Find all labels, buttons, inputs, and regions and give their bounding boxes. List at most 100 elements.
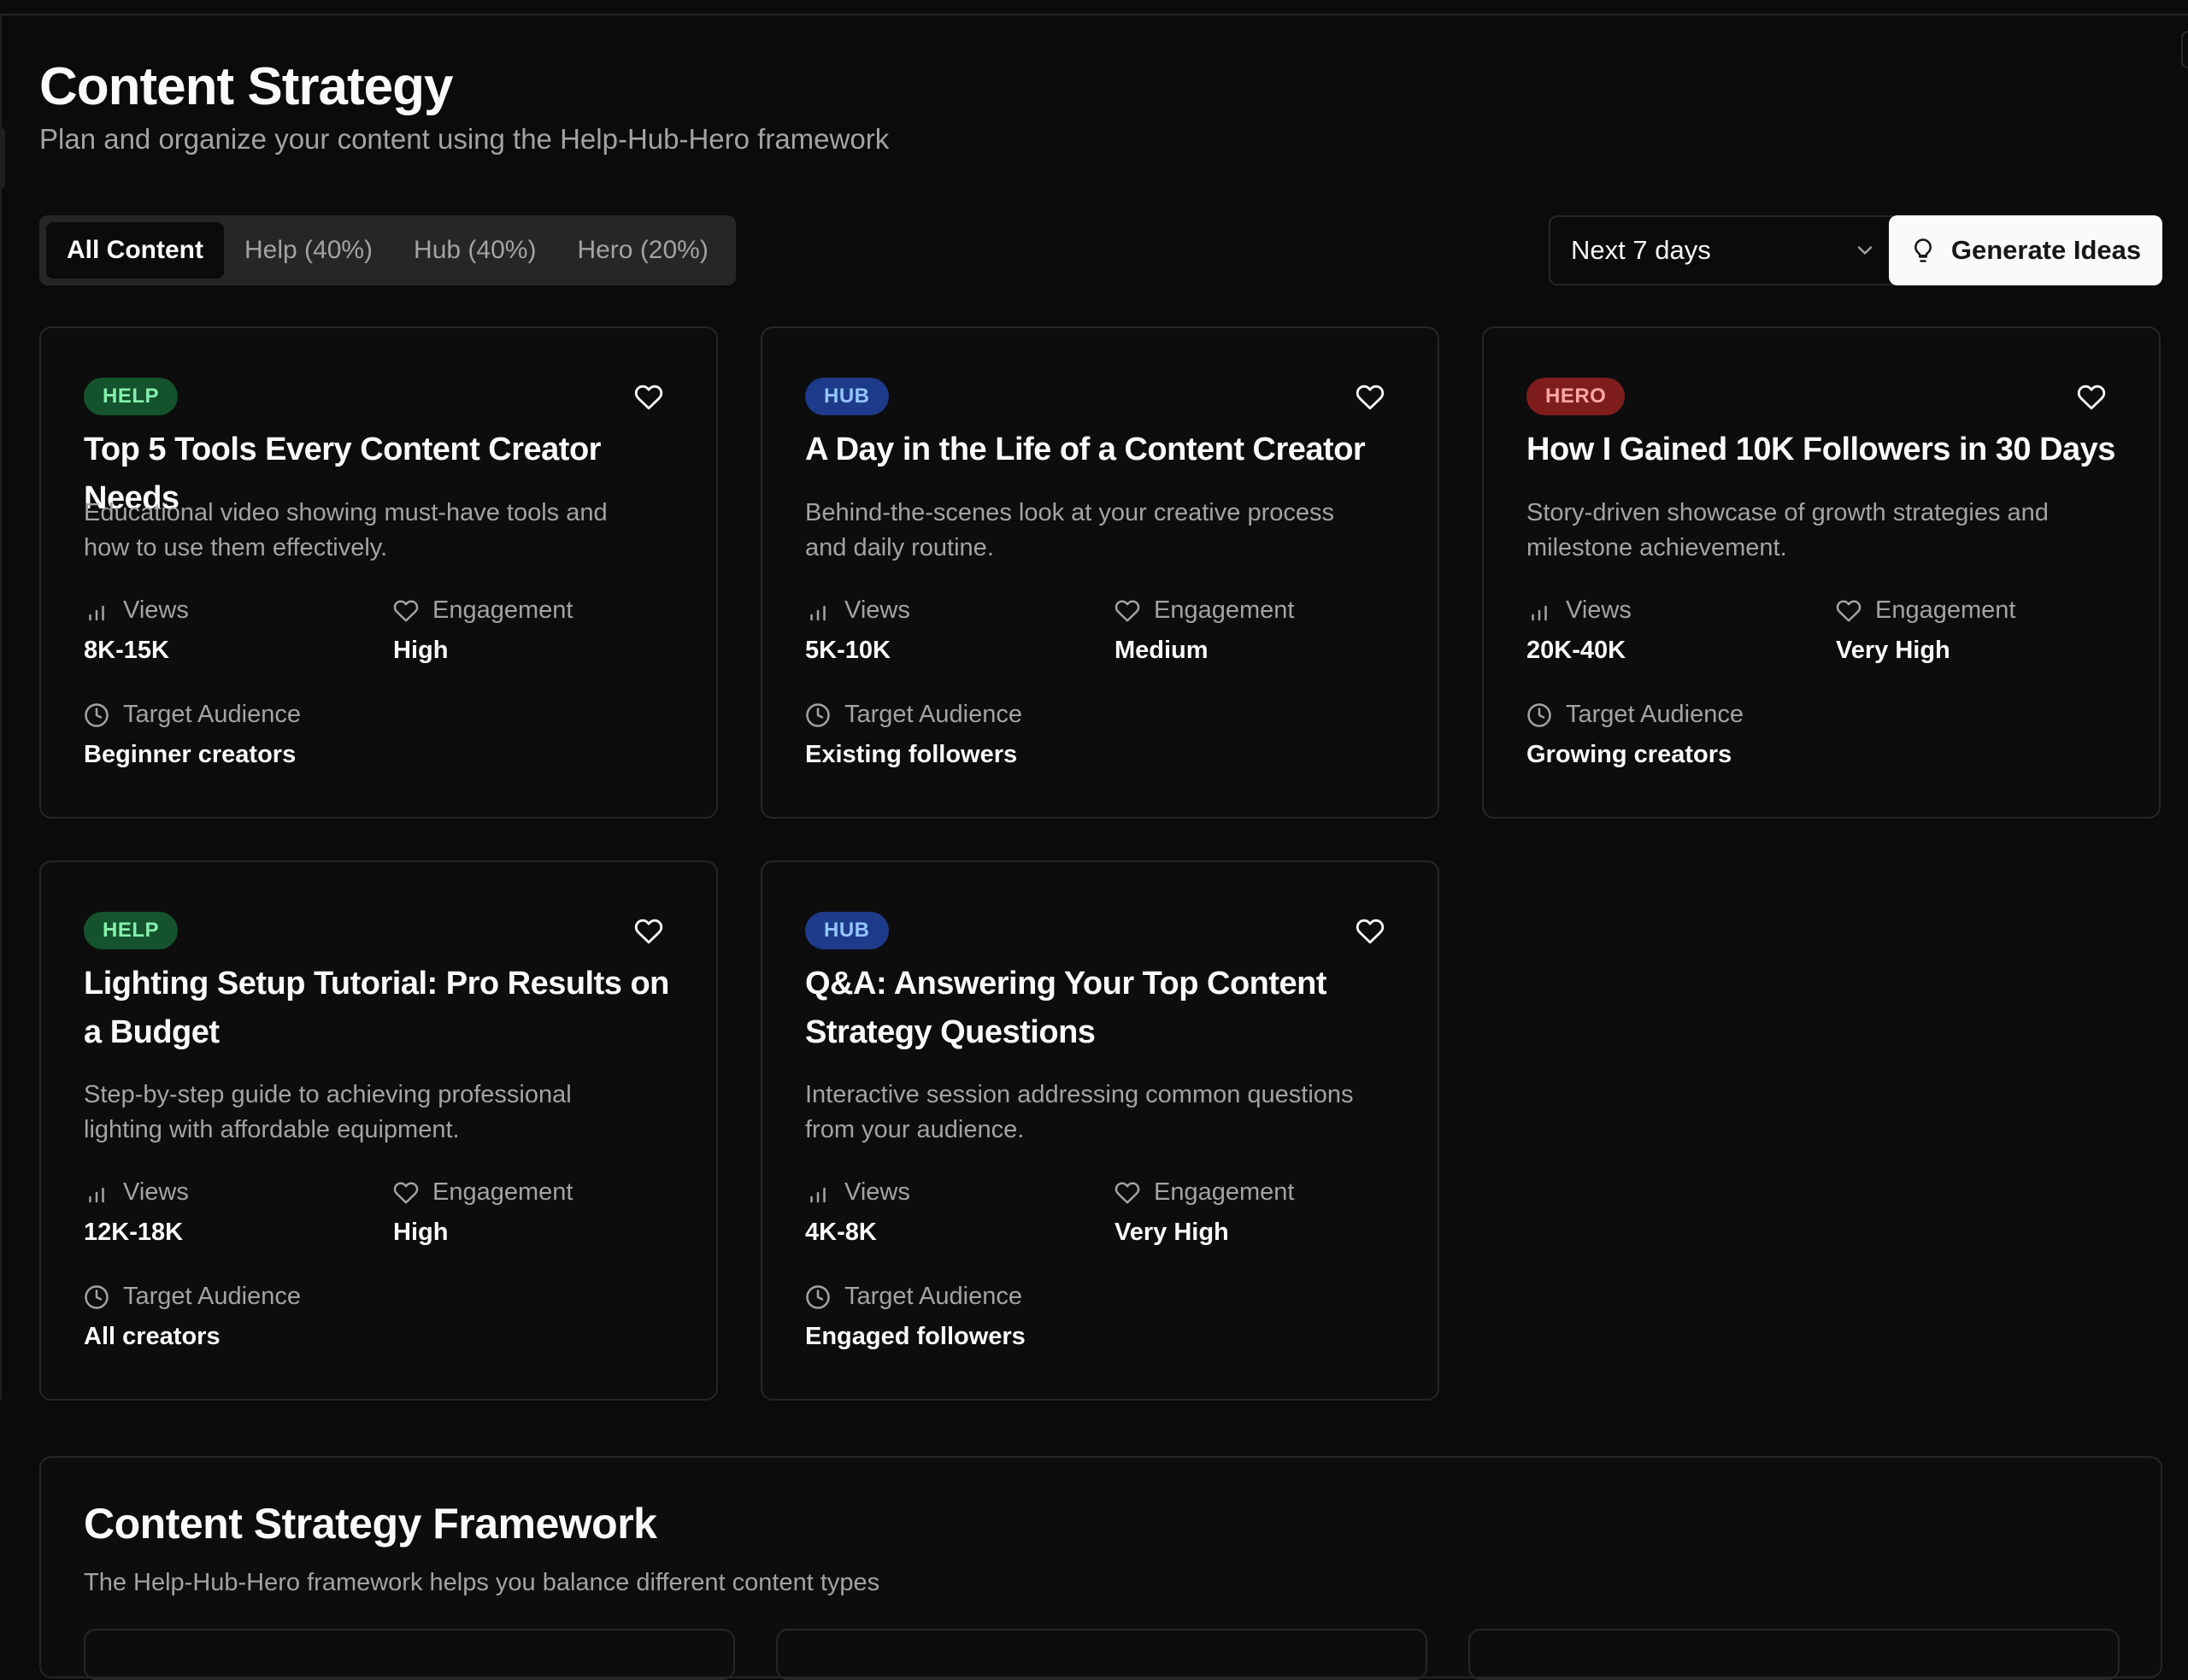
audience-label: Target Audience [1566,701,1744,728]
views-metric: Views 5K-10K [805,596,910,665]
category-badge: HUB [805,378,889,415]
audience-label: Target Audience [844,1283,1022,1310]
clock-icon [85,702,109,727]
engagement-label: Engagement [432,596,573,624]
audience-metric: Target Audience Existing followers [805,701,1022,769]
audience-metric: Target Audience All creators [84,1283,301,1351]
generate-ideas-button[interactable]: Generate Ideas [1889,215,2162,285]
date-range-select[interactable]: Next 7 days [1549,215,1899,285]
card-description: Step-by-step guide to achieving professi… [84,1081,572,1143]
engagement-value: Medium [1115,637,1209,664]
bar-chart-icon [89,1187,104,1202]
views-label: Views [123,596,189,624]
category-badge: HUB [805,912,889,949]
audience-label: Target Audience [123,1283,301,1310]
engagement-value: High [393,637,449,664]
framework-section: Content Strategy Framework The Help-Hub-… [39,1456,2162,1680]
audience-value: Existing followers [805,741,1018,768]
date-range-value: Next 7 days [1571,235,1711,265]
heart-icon[interactable] [1356,383,1385,412]
card-description: Interactive session addressing common qu… [805,1081,1354,1143]
content-filter-tabs: All Content Help (40%) Hub (40%) Hero (2… [39,215,736,285]
heart-icon [1115,1182,1140,1203]
card-title: A Day in the Life of a Content Creator [805,432,1366,467]
views-label: Views [123,1178,189,1206]
tab-hub[interactable]: Hub (40%) [393,222,556,279]
heart-icon [1836,600,1862,621]
audience-value: All creators [84,1323,221,1350]
engagement-metric: Engagement High [393,1178,573,1247]
heart-icon[interactable] [634,917,663,946]
engagement-metric: Engagement Very High [1836,596,2015,665]
content-card[interactable]: HELP Top 5 Tools Every Content Creator N… [39,326,718,819]
audience-metric: Target Audience Beginner creators [84,701,301,769]
views-label: Views [844,1178,910,1206]
views-value: 12K-18K [84,1219,184,1246]
heart-icon[interactable] [634,383,663,412]
views-value: 4K-8K [805,1219,877,1246]
engagement-value: Very High [1115,1219,1229,1246]
engagement-value: High [393,1219,449,1246]
bar-chart-icon [810,605,826,620]
clock-icon [806,702,830,727]
engagement-metric: Engagement High [393,596,573,665]
page-subtitle: Plan and organize your content using the… [39,123,890,155]
heart-icon [1115,600,1140,621]
framework-hero-card [1468,1629,2120,1680]
audience-label: Target Audience [844,701,1022,728]
clock-icon [806,1284,830,1309]
clock-icon [1527,702,1551,727]
views-value: 8K-15K [84,637,169,664]
heart-icon [393,1182,419,1203]
engagement-label: Engagement [1875,596,2016,624]
views-value: 5K-10K [805,637,891,664]
chevron-down-icon [1857,246,1873,255]
heart-icon[interactable] [2077,383,2106,412]
engagement-value: Very High [1836,637,1950,664]
views-metric: Views 20K-40K [1526,596,1632,665]
tab-all-content[interactable]: All Content [46,222,224,279]
audience-label: Target Audience [123,701,301,728]
framework-hub-card [776,1629,1427,1680]
tab-help[interactable]: Help (40%) [224,222,393,279]
views-metric: Views 8K-15K [84,596,189,665]
content-card[interactable]: HUB Q&A: Answering Your Top Content Stra… [761,861,1439,1401]
heart-icon[interactable] [1356,917,1385,946]
card-description: Educational video showing must-have tool… [84,499,608,561]
card-title: How I Gained 10K Followers in 30 Days [1526,432,2115,467]
bar-chart-icon [1532,605,1547,620]
views-label: Views [844,596,910,624]
scroll-handle[interactable] [2181,31,2188,68]
engagement-metric: Engagement Very High [1115,1178,1294,1247]
content-card[interactable]: HERO How I Gained 10K Followers in 30 Da… [1482,326,2161,819]
bar-chart-icon [89,605,104,620]
lightbulb-icon [1914,238,1932,262]
views-metric: Views 12K-18K [84,1178,189,1247]
category-badge: HELP [84,912,179,949]
framework-subtitle: The Help-Hub-Hero framework helps you ba… [84,1569,880,1596]
category-badge: HERO [1526,378,1626,415]
audience-metric: Target Audience Growing creators [1526,701,1744,769]
framework-title: Content Strategy Framework [84,1500,657,1548]
views-metric: Views 4K-8K [805,1178,910,1247]
card-description: Behind-the-scenes look at your creative … [805,499,1334,561]
audience-value: Beginner creators [84,741,297,768]
views-label: Views [1566,596,1632,624]
top-border [0,14,2188,15]
content-card[interactable]: HELP Lighting Setup Tutorial: Pro Result… [39,861,718,1401]
audience-value: Engaged followers [805,1323,1026,1350]
tab-hero[interactable]: Hero (20%) [556,222,728,279]
sidebar-toggle[interactable] [0,128,5,188]
audience-metric: Target Audience Engaged followers [805,1283,1026,1351]
category-badge: HELP [84,378,179,415]
clock-icon [85,1284,109,1309]
card-description: Story-driven showcase of growth strategi… [1526,499,2049,561]
card-title: Lighting Setup Tutorial: Pro Results on … [84,966,669,1050]
views-value: 20K-40K [1526,637,1626,664]
sidebar-edge [0,15,2,1400]
engagement-metric: Engagement Medium [1115,596,1294,665]
page-title: Content Strategy [39,57,453,116]
content-card[interactable]: HUB A Day in the Life of a Content Creat… [761,326,1439,819]
generate-ideas-label: Generate Ideas [1950,235,2142,265]
bar-chart-icon [810,1187,826,1202]
